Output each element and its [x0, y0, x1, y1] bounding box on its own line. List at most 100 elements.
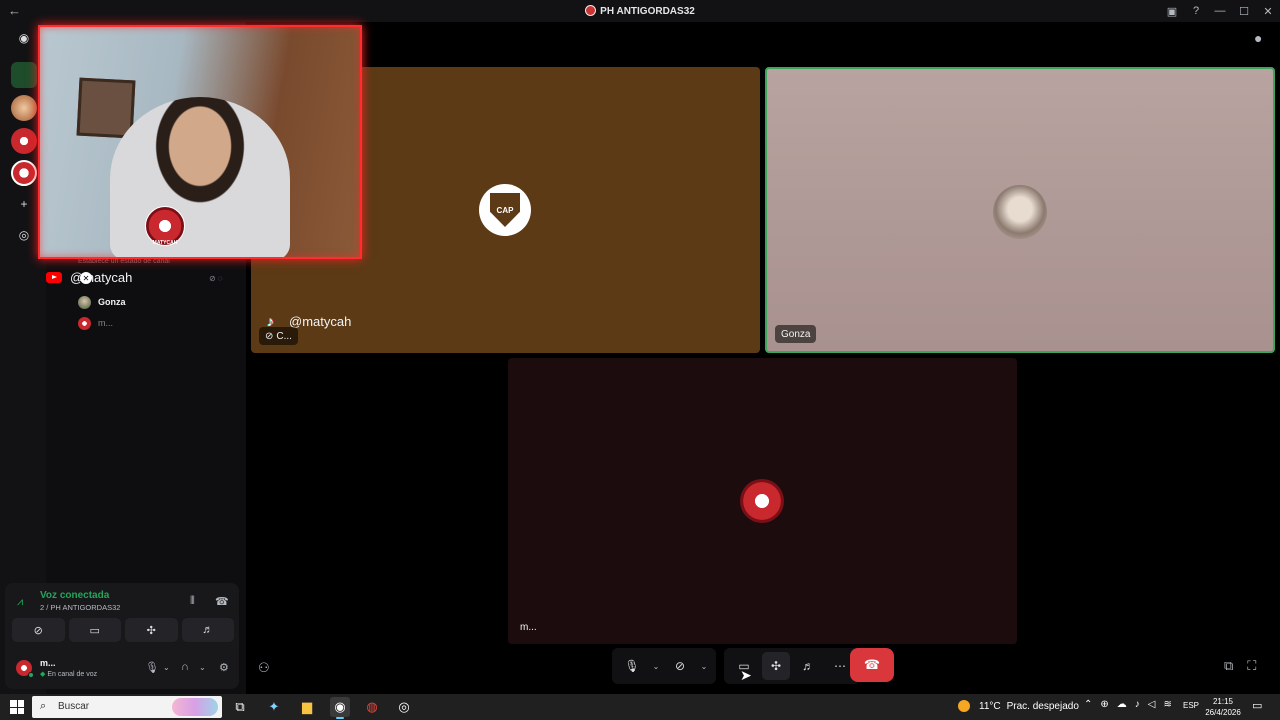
avatar [740, 479, 784, 523]
camera-off-icon[interactable]: ⊘ [666, 652, 694, 680]
maximize-icon[interactable]: ☐ [1232, 0, 1256, 22]
tray-app-icon[interactable]: ⊕ [1100, 699, 1108, 710]
voice-member-m[interactable]: m... [78, 315, 113, 331]
soundboard-icon[interactable]: ♬ [181, 618, 234, 642]
discover-icon[interactable]: ◎ [11, 222, 37, 248]
server-icon-3[interactable] [11, 128, 37, 154]
noise-suppression-icon[interactable]: ⦀ [190, 595, 195, 608]
chevron-down-icon[interactable]: ⌄ [163, 663, 170, 672]
volume-icon[interactable]: ◁ [1148, 699, 1156, 710]
clock-date: 26/4/2026 [1205, 708, 1241, 717]
voice-connection-panel: ⩘ Voz conectada 2 / PH ANTIGORDAS32 ⦀ ☎ … [5, 583, 239, 689]
cloud-icon[interactable]: ☁ [1117, 699, 1127, 710]
settings-icon[interactable]: ⚙ [219, 661, 229, 674]
channel-status-hint[interactable]: Establece un estado de canal [78, 258, 170, 265]
headphones-icon[interactable]: ∩ [181, 661, 189, 673]
mouse-cursor-icon: ➤ [740, 667, 752, 683]
popout-icon[interactable]: ⧉ [1224, 658, 1233, 674]
activities-icon[interactable]: ✣ [125, 618, 178, 642]
youtube-icon [46, 271, 62, 283]
system-tray: ⌃ ⊕ ☁ ♪ ◁ ≋ [1084, 699, 1172, 710]
user-voice-status-text: En canal de voz [47, 671, 98, 678]
screen-icon[interactable]: ▣ [1160, 0, 1184, 22]
chrome-icon[interactable]: ◍ [362, 697, 382, 717]
voice-member-gonza[interactable]: Gonza [78, 294, 126, 310]
server-icon-2[interactable] [11, 95, 37, 121]
notification-icon[interactable]: ▭ [1252, 699, 1262, 712]
title-bar: ← PH ANTIGORDAS32 ▣ ? — ☐ ✕ [0, 0, 1280, 22]
chevron-up-icon[interactable]: ⌃ [1084, 699, 1092, 710]
mic-icon[interactable]: ♪ [1135, 699, 1140, 710]
help-icon[interactable]: ? [1184, 0, 1208, 22]
user-panel: m... ◆ En canal de voz 🎙︎ ⌄ ∩ ⌄ ⚙ [10, 653, 236, 683]
cap-logo: CAP [479, 184, 531, 236]
voice-actions: ⊘ ▭ ✣ ♬ [12, 618, 234, 642]
participant-tile-gonza[interactable]: Gonza [765, 67, 1275, 353]
participant-label: ⊘ C... [259, 327, 298, 345]
user-name[interactable]: m... [40, 658, 56, 668]
app-icon[interactable]: ◎ [394, 697, 414, 717]
input-language[interactable]: ESP [1183, 701, 1199, 710]
chevron-down-icon[interactable]: ⌄ [199, 663, 206, 672]
avatar [78, 295, 91, 309]
camera-off-icon[interactable]: ⊘ [12, 618, 65, 642]
invite-icon[interactable]: ⚇ [258, 660, 270, 676]
weather-widget[interactable]: 11°C Prac. despejado [958, 700, 1079, 712]
matycah-badge-text: MATYCAH [152, 240, 178, 246]
camera-off-icon: ⊘ [265, 330, 274, 342]
webcam-overlay [38, 25, 362, 259]
audio-video-group: 🎙︎ ⌄ ⊘ ⌄ [612, 648, 716, 684]
chevron-down-icon[interactable]: ⌄ [698, 652, 710, 680]
close-circle-icon[interactable]: ✕ [80, 272, 92, 284]
member-name: Gonza [98, 297, 126, 307]
tiktok-handle: @matycah [289, 313, 352, 329]
server-icon [585, 5, 597, 16]
activities-icon[interactable]: ✣ [762, 652, 790, 680]
file-explorer-icon[interactable]: ▆ [297, 697, 317, 717]
participant-label: Gonza [775, 325, 817, 343]
screen-share-icon[interactable]: ▭ [68, 618, 121, 642]
window-title: PH ANTIGORDAS32 [0, 5, 1280, 17]
search-label: Buscar [58, 701, 90, 712]
discord-icon[interactable]: ◉ [11, 25, 37, 51]
member-name: m... [98, 318, 113, 328]
participant-tile-m[interactable]: m... [508, 358, 1017, 644]
stream-icons: ⊘ ◌ [209, 274, 223, 283]
signal-icon[interactable]: ⩘ [17, 596, 23, 609]
windows-start-icon[interactable] [10, 700, 24, 714]
minimize-icon[interactable]: — [1208, 0, 1232, 22]
windows-taskbar: ⌕ Buscar ⧉ ✦ ▆ ◉ ◍ ◎ 11°C Prac. despejad… [0, 694, 1280, 720]
avatar [993, 185, 1047, 239]
title-bar-controls: ▣ ? — ☐ ✕ [1160, 0, 1280, 22]
task-view-icon[interactable]: ⧉ [230, 697, 250, 717]
streamer [110, 97, 290, 257]
clock[interactable]: 21:15 26/4/2026 [1203, 696, 1243, 718]
clock-time: 21:15 [1212, 697, 1234, 706]
mic-icon[interactable]: 🎙︎ [618, 652, 646, 680]
call-controls: 🎙︎ ⌄ ⊘ ⌄ ▭ ✣ ♬ ⋯ ☎ [612, 648, 894, 684]
server-icon-active[interactable] [11, 160, 37, 186]
participant-label: m... [520, 621, 537, 633]
disconnect-icon[interactable]: ☎ [215, 595, 229, 608]
chevron-down-icon[interactable]: ⌄ [650, 652, 662, 680]
wifi-icon[interactable]: ≋ [1163, 699, 1171, 710]
close-icon[interactable]: ✕ [1256, 0, 1280, 22]
discord-taskbar-icon[interactable]: ◉ [330, 697, 350, 719]
fullscreen-icon[interactable]: ⛶ [1247, 658, 1256, 674]
mic-icon[interactable]: 🎙︎ [145, 661, 159, 674]
chat-icon[interactable]: ● [1254, 30, 1262, 46]
voice-stage: ● CAP ♪ @matycah ⊘ C... Gonza m... ⚇ 🎙︎ ⌄ [246, 22, 1280, 694]
soundboard-icon[interactable]: ♬ [794, 652, 822, 680]
voice-status[interactable]: Voz conectada [40, 590, 109, 601]
server-icon-1[interactable] [11, 62, 37, 88]
copilot-icon[interactable]: ✦ [264, 697, 284, 717]
add-server-icon[interactable]: + [11, 191, 37, 217]
weather-icon [958, 700, 970, 712]
hangup-icon[interactable]: ☎ [850, 648, 894, 682]
back-arrow-icon[interactable]: ← [8, 3, 21, 18]
taskbar-search[interactable]: ⌕ Buscar [32, 696, 222, 718]
participant-name: C... [276, 330, 292, 342]
voice-channel-path[interactable]: 2 / PH ANTIGORDAS32 [40, 603, 120, 612]
view-controls: ⧉ ⛶ [1224, 658, 1256, 674]
user-voice-status: ◆ En canal de voz [40, 670, 97, 678]
